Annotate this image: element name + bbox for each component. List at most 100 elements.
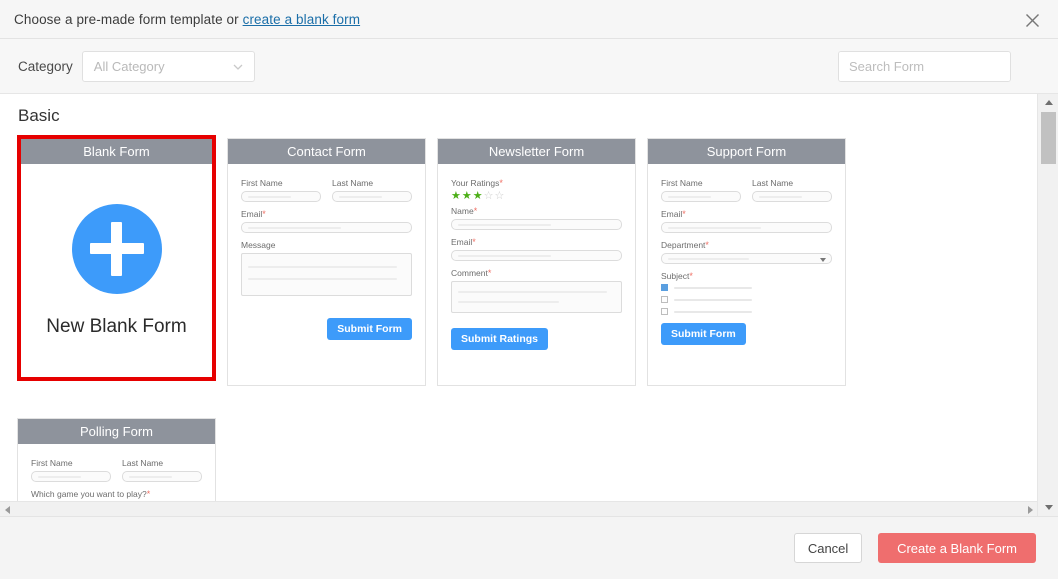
- first-name-label: First Name: [31, 458, 73, 468]
- create-blank-form-button[interactable]: Create a Blank Form: [878, 533, 1036, 563]
- dropdown-arrow-icon: [820, 257, 826, 262]
- last-name-group: Last Name: [122, 458, 202, 482]
- game-question-label: Which game you want to play?*: [31, 489, 151, 499]
- department-select[interactable]: [661, 253, 832, 264]
- option-placeholder-line: [674, 298, 752, 301]
- category-label: Category: [18, 58, 73, 74]
- template-card-blank-form[interactable]: Blank Form New Blank Form: [17, 135, 216, 381]
- last-name-input[interactable]: [332, 191, 412, 202]
- name-label: Name*: [451, 206, 478, 216]
- create-blank-form-link[interactable]: create a blank form: [243, 12, 360, 27]
- comment-label: Comment*: [451, 268, 492, 278]
- star-icon[interactable]: ☆: [495, 191, 505, 202]
- checkbox-checked-icon[interactable]: [661, 284, 668, 291]
- newsletter-submit-button[interactable]: Submit Ratings: [451, 328, 549, 350]
- first-name-input[interactable]: [661, 191, 741, 202]
- chevron-down-icon: [232, 60, 244, 72]
- section-title: Basic: [18, 106, 60, 125]
- contact-submit-button[interactable]: Submit Form: [327, 318, 412, 340]
- star-icon[interactable]: ★: [462, 191, 472, 202]
- dialog-footer: Cancel Create a Blank Form: [0, 516, 1058, 579]
- scroll-up-arrow-icon[interactable]: [1038, 94, 1058, 111]
- card-body-support-form: First Name Last Name Email* Department*: [648, 164, 845, 385]
- comment-textarea[interactable]: [451, 281, 622, 313]
- vertical-scrollbar-thumb[interactable]: [1041, 112, 1056, 164]
- required-marker: *: [472, 237, 476, 247]
- template-gallery: Basic Blank Form New Blank Form Contact …: [0, 94, 1058, 516]
- email-input[interactable]: [241, 222, 412, 233]
- card-title-contact-form: Contact Form: [228, 139, 425, 164]
- email-label: Email*: [451, 237, 476, 247]
- subject-label: Subject*: [661, 271, 693, 281]
- name-row: First Name Last Name: [661, 178, 832, 202]
- first-name-label: First Name: [241, 178, 283, 188]
- first-name-input[interactable]: [31, 471, 111, 482]
- required-marker: *: [146, 489, 151, 499]
- email-label: Email*: [241, 209, 266, 219]
- required-marker: *: [262, 209, 266, 219]
- contact-submit-row: Submit Form: [241, 318, 412, 340]
- card-title-newsletter-form: Newsletter Form: [438, 139, 635, 164]
- scroll-left-arrow-icon[interactable]: [0, 502, 14, 516]
- support-submit-button[interactable]: Submit Form: [661, 323, 746, 345]
- category-select[interactable]: All Category: [81, 50, 255, 82]
- required-marker: *: [689, 271, 693, 281]
- horizontal-scrollbar[interactable]: [0, 501, 1037, 516]
- star-icon[interactable]: ★: [451, 191, 461, 202]
- vertical-scrollbar[interactable]: [1037, 94, 1058, 516]
- required-marker: *: [487, 268, 492, 278]
- gallery-scroll-content: Basic Blank Form New Blank Form Contact …: [0, 94, 1037, 516]
- dialog-titlebar: Choose a pre-made form template or creat…: [0, 0, 1058, 39]
- last-name-group: Last Name: [332, 178, 412, 202]
- new-blank-form-label: New Blank Form: [46, 315, 187, 337]
- card-body-blank-form: New Blank Form: [21, 164, 212, 377]
- email-input[interactable]: [661, 222, 832, 233]
- star-icon[interactable]: ★: [473, 191, 483, 202]
- template-card-support-form[interactable]: Support Form First Name Last Name Email*…: [647, 138, 846, 386]
- last-name-input[interactable]: [122, 471, 202, 482]
- filter-toolbar: Category All Category: [0, 39, 1058, 94]
- subject-option-row[interactable]: [661, 308, 832, 315]
- checkbox-icon[interactable]: [661, 296, 668, 303]
- template-card-contact-form[interactable]: Contact Form First Name Last Name Email*…: [227, 138, 426, 386]
- email-label: Email*: [661, 209, 686, 219]
- subject-option-row[interactable]: [661, 284, 832, 291]
- first-name-label: First Name: [661, 178, 703, 188]
- first-name-input[interactable]: [241, 191, 321, 202]
- card-body-contact-form: First Name Last Name Email* Message Subm…: [228, 164, 425, 385]
- last-name-label: Last Name: [752, 178, 794, 188]
- card-title-blank-form: Blank Form: [21, 139, 212, 164]
- message-textarea[interactable]: [241, 253, 412, 296]
- scroll-down-arrow-icon[interactable]: [1038, 499, 1058, 516]
- email-input[interactable]: [451, 250, 622, 261]
- card-title-polling-form: Polling Form: [18, 419, 215, 444]
- subject-option-row[interactable]: [661, 296, 832, 303]
- search-input[interactable]: [839, 52, 1010, 81]
- category-select-value: All Category: [93, 58, 165, 74]
- cancel-button[interactable]: Cancel: [794, 533, 863, 563]
- plus-circle-icon: [71, 203, 162, 294]
- option-placeholder-line: [674, 286, 752, 289]
- dialog-title: Choose a pre-made form template or creat…: [14, 12, 360, 27]
- scroll-right-arrow-icon[interactable]: [1023, 502, 1037, 516]
- last-name-label: Last Name: [122, 458, 164, 468]
- name-row: First Name Last Name: [241, 178, 412, 202]
- star-rating[interactable]: ★ ★ ★ ☆ ☆: [451, 191, 622, 202]
- name-input[interactable]: [451, 219, 622, 230]
- card-body-newsletter-form: Your Ratings* ★ ★ ★ ☆ ☆ Name* Email* Com…: [438, 164, 635, 385]
- star-icon[interactable]: ☆: [484, 191, 494, 202]
- name-row: First Name Last Name: [31, 458, 202, 482]
- checkbox-icon[interactable]: [661, 308, 668, 315]
- department-label: Department*: [661, 240, 709, 250]
- close-icon[interactable]: [1022, 10, 1042, 30]
- first-name-group: First Name: [661, 178, 741, 202]
- last-name-label: Last Name: [332, 178, 374, 188]
- template-card-newsletter-form[interactable]: Newsletter Form Your Ratings* ★ ★ ★ ☆ ☆ …: [437, 138, 636, 386]
- dialog-title-text: Choose a pre-made form template or: [14, 11, 243, 27]
- ratings-label: Your Ratings*: [451, 178, 503, 188]
- form-template-dialog: Choose a pre-made form template or creat…: [0, 0, 1058, 579]
- first-name-group: First Name: [31, 458, 111, 482]
- last-name-group: Last Name: [752, 178, 832, 202]
- last-name-input[interactable]: [752, 191, 832, 202]
- first-name-group: First Name: [241, 178, 321, 202]
